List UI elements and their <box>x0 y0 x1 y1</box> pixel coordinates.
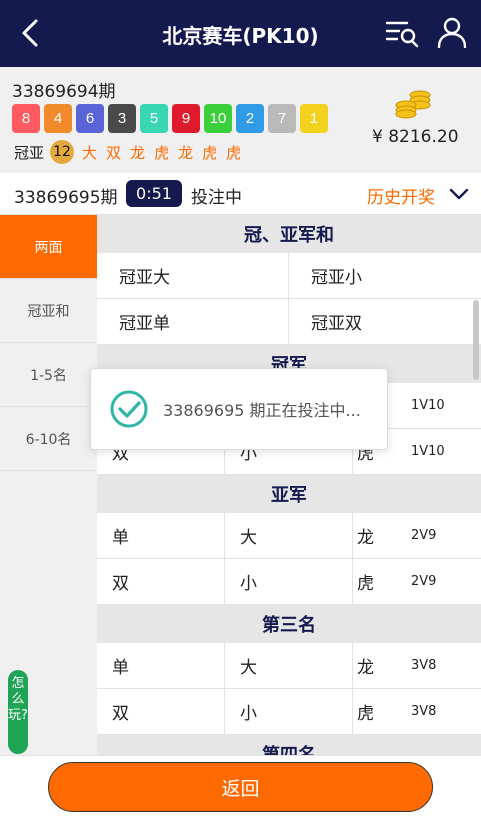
chevron-down-icon[interactable] <box>449 187 469 201</box>
bet-option[interactable]: 虎 3V8 <box>353 689 481 734</box>
bet-option-label: 龙 <box>357 658 374 678</box>
bet-option[interactable]: 龙 2V9 <box>353 513 481 558</box>
result-ball: 4 <box>44 104 72 133</box>
bet-option[interactable]: 冠亚大 <box>97 253 289 298</box>
bet-option[interactable]: 双 <box>97 559 225 604</box>
result-tag: 虎 <box>202 143 218 162</box>
sum-row: 冠亚 12 大 双 龙 虎 龙 虎 虎 <box>14 140 250 164</box>
bet-row: 双 小 虎 3V8 <box>97 689 481 735</box>
result-ball: 7 <box>268 104 296 133</box>
coins-icon <box>395 90 431 119</box>
bet-row: 双 小 虎 2V9 <box>97 559 481 605</box>
sum-badge: 12 <box>50 140 75 164</box>
bet-row: 单 大 龙 2V9 <box>97 513 481 559</box>
bet-row: 冠亚单 冠亚双 <box>97 299 481 345</box>
bet-option-matchup: 3V8 <box>411 704 437 719</box>
sidebar-item-sum[interactable]: 冠亚和 <box>0 279 97 343</box>
bet-option-matchup: 2V9 <box>411 574 437 589</box>
result-tag: 大 <box>82 143 98 162</box>
bet-option-label: 龙 <box>357 528 374 548</box>
footer-bar: 返回 <box>0 755 481 818</box>
bet-option-matchup: 1V10 <box>411 444 445 459</box>
result-ball: 3 <box>108 104 136 133</box>
current-period-number: 33869695期 <box>14 188 118 208</box>
search-list-icon[interactable] <box>385 18 419 48</box>
back-button[interactable]: 返回 <box>48 762 433 812</box>
result-ball: 2 <box>236 104 264 133</box>
bet-option[interactable]: 冠亚小 <box>289 253 481 298</box>
scrollbar[interactable] <box>473 300 479 380</box>
user-icon[interactable] <box>436 16 468 48</box>
bet-option[interactable]: 双 <box>97 689 225 734</box>
betting-toast: 33869695 期正在投注中... <box>90 368 388 450</box>
section-title: 冠、亚军和 <box>97 215 481 253</box>
result-tag: 龙 <box>178 143 194 162</box>
result-balls: 8 4 6 3 5 9 10 2 7 1 <box>12 104 328 133</box>
result-ball: 10 <box>204 104 232 133</box>
bet-option-label: 虎 <box>357 574 374 594</box>
result-ball: 6 <box>76 104 104 133</box>
bet-option-matchup: 3V8 <box>411 658 437 673</box>
bet-option[interactable]: 虎 2V9 <box>353 559 481 604</box>
result-ball: 1 <box>300 104 328 133</box>
last-draw-panel: 33869694期 8 4 6 3 5 9 10 2 7 1 冠亚 12 大 双… <box>0 67 481 173</box>
result-tag: 虎 <box>226 143 242 162</box>
wallet-balance: ¥ 8216.20 <box>372 127 459 147</box>
section-title: 亚军 <box>97 475 481 513</box>
result-ball: 8 <box>12 104 40 133</box>
bet-option[interactable]: 大 <box>225 643 353 688</box>
result-ball: 5 <box>140 104 168 133</box>
bet-option[interactable]: 冠亚双 <box>289 299 481 344</box>
result-ball: 9 <box>172 104 200 133</box>
bet-row: 单 大 龙 3V8 <box>97 643 481 689</box>
countdown-timer: 0:51 <box>126 180 182 207</box>
toast-message: 33869695 期正在投注中... <box>163 401 361 420</box>
result-tag: 双 <box>106 143 122 162</box>
bet-option[interactable]: 大 <box>225 513 353 558</box>
bet-option-matchup: 2V9 <box>411 528 437 543</box>
top-nav-bar: 北京赛车(PK10) <box>0 0 481 67</box>
sidebar-item-rank-1-5[interactable]: 1-5名 <box>0 343 97 407</box>
check-circle-icon <box>110 390 148 428</box>
betting-status: 投注中 <box>191 188 242 208</box>
how-to-play-button[interactable]: 怎么玩? <box>8 670 28 754</box>
history-draws-link[interactable]: 历史开奖 <box>367 183 435 208</box>
bet-option[interactable]: 小 <box>225 689 353 734</box>
result-tag: 虎 <box>154 143 170 162</box>
bet-option-label: 虎 <box>357 704 374 724</box>
sidebar-item-two-sides[interactable]: 两面 <box>0 215 97 279</box>
sum-label: 冠亚 <box>14 143 45 162</box>
result-tag: 龙 <box>130 143 146 162</box>
betting-options: 冠、亚军和 冠亚大 冠亚小 冠亚单 冠亚双 冠军 单 大 龙1V10 双 小 虎… <box>97 215 481 755</box>
bet-option[interactable]: 单 <box>97 513 225 558</box>
section-title: 第四名 <box>97 735 481 755</box>
bet-option[interactable]: 龙 3V8 <box>353 643 481 688</box>
bet-option-matchup: 1V10 <box>411 398 445 413</box>
bet-option[interactable]: 单 <box>97 643 225 688</box>
last-period-number: 33869694期 <box>12 82 116 102</box>
bet-option[interactable]: 小 <box>225 559 353 604</box>
current-period-bar: 33869695期 0:51 投注中 历史开奖 <box>0 173 481 215</box>
bet-option[interactable]: 冠亚单 <box>97 299 289 344</box>
bet-row: 冠亚大 冠亚小 <box>97 253 481 299</box>
sidebar-item-rank-6-10[interactable]: 6-10名 <box>0 407 97 471</box>
section-title: 第三名 <box>97 605 481 643</box>
